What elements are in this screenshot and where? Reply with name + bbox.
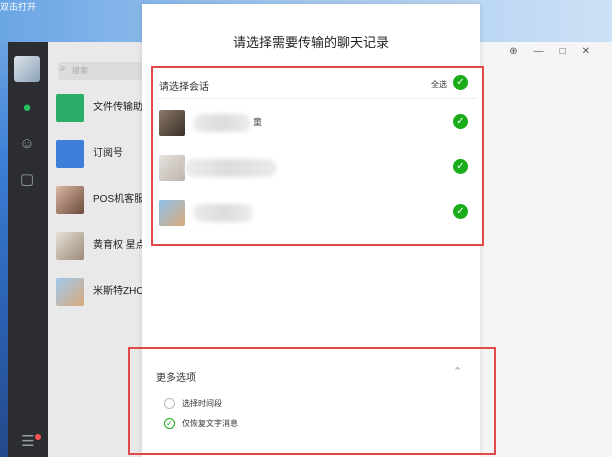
time-range-radio[interactable] (164, 398, 175, 409)
more-options-panel: 更多选项 ⌃ 选择时间段 ✓ 仅恢复文字消息 (128, 347, 496, 455)
list-item[interactable]: 黄育权 星点 (48, 226, 148, 266)
check-icon[interactable]: ✓ (453, 75, 468, 90)
avatar[interactable] (14, 56, 40, 82)
chat-name: 米斯特ZHO (93, 286, 145, 297)
more-options-title: 更多选项 (156, 373, 196, 384)
contacts-icon[interactable]: ☺ (17, 134, 37, 154)
file-transfer-icon (56, 94, 84, 122)
desktop-caption: 双击打开 (0, 2, 37, 12)
list-item[interactable]: 文件传输助 (48, 88, 148, 128)
search-placeholder: 搜索 (72, 66, 88, 75)
session-row[interactable]: ✓ (153, 192, 482, 236)
chat-name: 订阅号 (93, 148, 123, 159)
subscription-icon (56, 140, 84, 168)
chat-name: POS机客服 (93, 194, 145, 205)
dialog-title: 请选择需要传输的聊天记录 (232, 35, 389, 50)
chat-bubble-icon[interactable]: ● (17, 98, 37, 118)
notification-dot (35, 434, 41, 440)
blurred-name (185, 159, 277, 177)
contact-avatar (56, 232, 84, 260)
check-icon[interactable]: ✓ (453, 204, 468, 219)
contact-avatar (159, 200, 185, 226)
text-only-label[interactable]: 仅恢复文字消息 (182, 418, 238, 429)
contact-avatar (159, 110, 185, 136)
list-item[interactable]: 订阅号 (48, 134, 148, 174)
session-row[interactable]: 童 ✓ (153, 102, 482, 146)
contact-avatar (159, 155, 185, 181)
session-row[interactable]: ✓ (153, 147, 482, 191)
check-icon[interactable]: ✓ (453, 159, 468, 174)
wechat-sidebar: ● ☺ ▢ ☰ (8, 42, 48, 457)
contact-avatar (56, 186, 84, 214)
search-input[interactable] (58, 62, 144, 80)
blurred-name (193, 204, 253, 222)
session-header: 请选择会话 (159, 82, 209, 93)
chat-name: 黄育权 星点 (93, 240, 146, 251)
session-name-suffix: 童 (253, 117, 263, 127)
divider (157, 98, 477, 99)
time-range-label[interactable]: 选择时间段 (182, 398, 222, 409)
session-select-panel: 请选择会话 全选 ✓ 童 ✓ ✓ ✓ (151, 66, 484, 246)
chat-name: 文件传输助 (93, 102, 143, 113)
list-item[interactable]: 米斯特ZHO (48, 272, 148, 312)
check-icon[interactable]: ✓ (453, 114, 468, 129)
search-icon: ⌕ (60, 63, 66, 74)
list-item[interactable]: POS机客服 (48, 180, 148, 220)
contact-avatar (56, 278, 84, 306)
window-controls[interactable]: ⊕—□✕ (509, 46, 606, 57)
chevron-up-icon[interactable]: ⌃ (453, 365, 462, 378)
blurred-name (193, 114, 251, 132)
text-only-radio[interactable]: ✓ (164, 418, 175, 429)
select-all-label[interactable]: 全选 (431, 79, 447, 90)
cube-icon[interactable]: ▢ (17, 170, 37, 190)
